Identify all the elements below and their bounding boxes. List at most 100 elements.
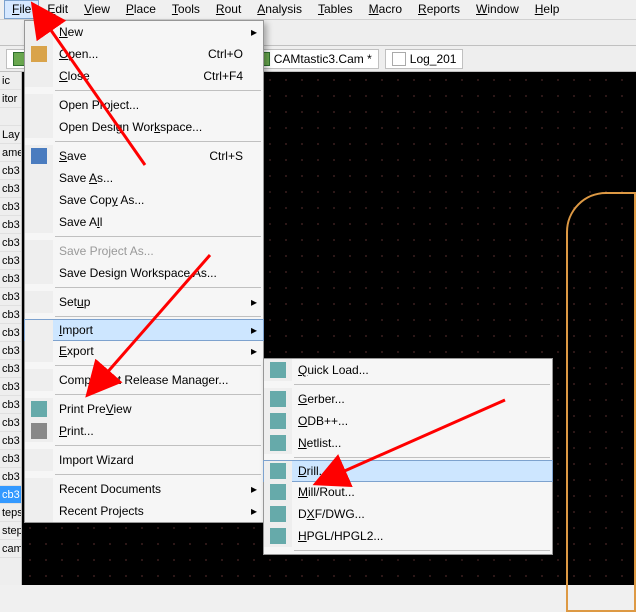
menu-item[interactable]: Export▸ [25, 340, 263, 362]
menu-item-label: Netlist... [298, 436, 341, 450]
side-item[interactable]: itor [0, 90, 21, 108]
side-item[interactable]: teps [0, 504, 21, 522]
side-item[interactable]: cb3 [0, 180, 21, 198]
menu-analysis[interactable]: Analysis [249, 0, 310, 19]
submenu-arrow-icon: ▸ [251, 482, 257, 496]
menu-item[interactable]: Save Copy As... [25, 189, 263, 211]
menu-view[interactable]: View [76, 0, 118, 19]
menu-item[interactable]: Import▸ [24, 319, 264, 341]
side-item[interactable]: cb3 [0, 234, 21, 252]
menu-item-label: New [59, 25, 83, 39]
blank-icon [25, 340, 53, 362]
menu-item[interactable]: Component Release Manager... [25, 369, 263, 391]
pcb-outline [566, 192, 636, 612]
menu-place[interactable]: Place [118, 0, 164, 19]
menu-item[interactable]: Quick Load... [264, 359, 552, 381]
menu-item[interactable]: Print... [25, 420, 263, 442]
menu-item[interactable]: HPGL/HPGL2... [264, 525, 552, 547]
file-menu-dropdown: New▸Open...Ctrl+OCloseCtrl+F4Open Projec… [24, 20, 264, 523]
menu-separator [55, 474, 261, 475]
side-panel: icitorLayamecb3cb3cb3cb3cb3cb3cb3cb3cb3c… [0, 72, 22, 585]
side-item[interactable]: cb3 [0, 378, 21, 396]
menu-separator [55, 445, 261, 446]
side-item[interactable]: cb3 [0, 288, 21, 306]
menu-item[interactable]: Import Wizard [25, 449, 263, 471]
menu-item[interactable]: Netlist... [264, 432, 552, 454]
menu-item-label: Open... [59, 47, 98, 61]
blank-icon [25, 211, 53, 233]
side-item[interactable]: cb3 [0, 252, 21, 270]
side-item[interactable]: cb3 [0, 450, 21, 468]
menu-item-label: Import Wizard [59, 453, 134, 467]
side-item[interactable]: cb3 [0, 198, 21, 216]
side-item[interactable]: cam [0, 540, 21, 558]
menu-item[interactable]: Save All [25, 211, 263, 233]
menu-separator [294, 384, 550, 385]
menu-file[interactable]: File [4, 0, 39, 19]
side-item[interactable]: cb3 [0, 396, 21, 414]
preview-icon [25, 398, 53, 420]
doc-tab-label: Log_201 [410, 52, 457, 66]
side-item[interactable]: cb3 [0, 486, 21, 504]
side-item[interactable]: cb3 [0, 162, 21, 180]
menu-item[interactable]: Print PreView [25, 398, 263, 420]
menu-item[interactable]: Recent Documents▸ [25, 478, 263, 500]
menu-item[interactable]: New▸ [25, 21, 263, 43]
blank-icon [25, 240, 53, 262]
blank-icon [25, 320, 53, 340]
side-item[interactable]: ame [0, 144, 21, 162]
menu-item[interactable]: CloseCtrl+F4 [25, 65, 263, 87]
menu-item[interactable]: Open Design Workspace... [25, 116, 263, 138]
menu-item-label: Setup [59, 295, 90, 309]
menu-separator [294, 457, 550, 458]
blank-icon [25, 369, 53, 391]
side-item[interactable]: cb3 [0, 342, 21, 360]
qload-icon [264, 359, 292, 381]
menu-item[interactable]: Mill/Rout... [264, 481, 552, 503]
menu-item-label: Save As... [59, 171, 113, 185]
menu-item[interactable]: DXF/DWG... [264, 503, 552, 525]
menu-item[interactable]: Save Design Workspace As... [25, 262, 263, 284]
side-item[interactable]: cb3 [0, 432, 21, 450]
menu-tools[interactable]: Tools [164, 0, 208, 19]
menu-rout[interactable]: Rout [208, 0, 249, 19]
side-item[interactable]: cb3 [0, 414, 21, 432]
menu-item[interactable]: Drill... [263, 460, 553, 482]
menu-window[interactable]: Window [468, 0, 527, 19]
menu-item[interactable]: ODB++... [264, 410, 552, 432]
menu-item[interactable]: Setup▸ [25, 291, 263, 313]
side-item[interactable]: cb3 [0, 360, 21, 378]
drill-icon [264, 461, 292, 481]
side-item[interactable]: cb3 [0, 324, 21, 342]
menu-separator [55, 316, 261, 317]
side-item[interactable] [0, 108, 21, 126]
blank-icon [25, 116, 53, 138]
menu-reports[interactable]: Reports [410, 0, 468, 19]
menu-item[interactable]: Open Project... [25, 94, 263, 116]
menu-tables[interactable]: Tables [310, 0, 361, 19]
submenu-arrow-icon: ▸ [251, 504, 257, 518]
side-item[interactable]: cb3 [0, 468, 21, 486]
side-item[interactable]: cb3 [0, 216, 21, 234]
doc-tab[interactable]: Log_201 [385, 49, 464, 69]
doc-tab-label: CAMtastic3.Cam * [274, 52, 372, 66]
menu-edit[interactable]: Edit [39, 0, 76, 19]
menu-macro[interactable]: Macro [361, 0, 410, 19]
menu-help[interactable]: Help [527, 0, 568, 19]
menu-item[interactable]: SaveCtrl+S [25, 145, 263, 167]
blank-icon [25, 167, 53, 189]
menu-item[interactable]: Open...Ctrl+O [25, 43, 263, 65]
menu-separator [55, 90, 261, 91]
side-item[interactable]: Lay [0, 126, 21, 144]
menu-item[interactable]: Gerber... [264, 388, 552, 410]
menu-item[interactable]: Save As... [25, 167, 263, 189]
submenu-arrow-icon: ▸ [251, 323, 257, 337]
side-item[interactable]: ic [0, 72, 21, 90]
side-item[interactable]: step [0, 522, 21, 540]
menu-item[interactable]: Recent Projects ▸ [25, 500, 263, 522]
blank-icon [25, 21, 53, 43]
menu-item-label: Recent Projects [59, 504, 144, 518]
doc-tab[interactable]: CAMtastic3.Cam * [249, 49, 379, 69]
side-item[interactable]: cb3 [0, 270, 21, 288]
side-item[interactable]: cb3 [0, 306, 21, 324]
